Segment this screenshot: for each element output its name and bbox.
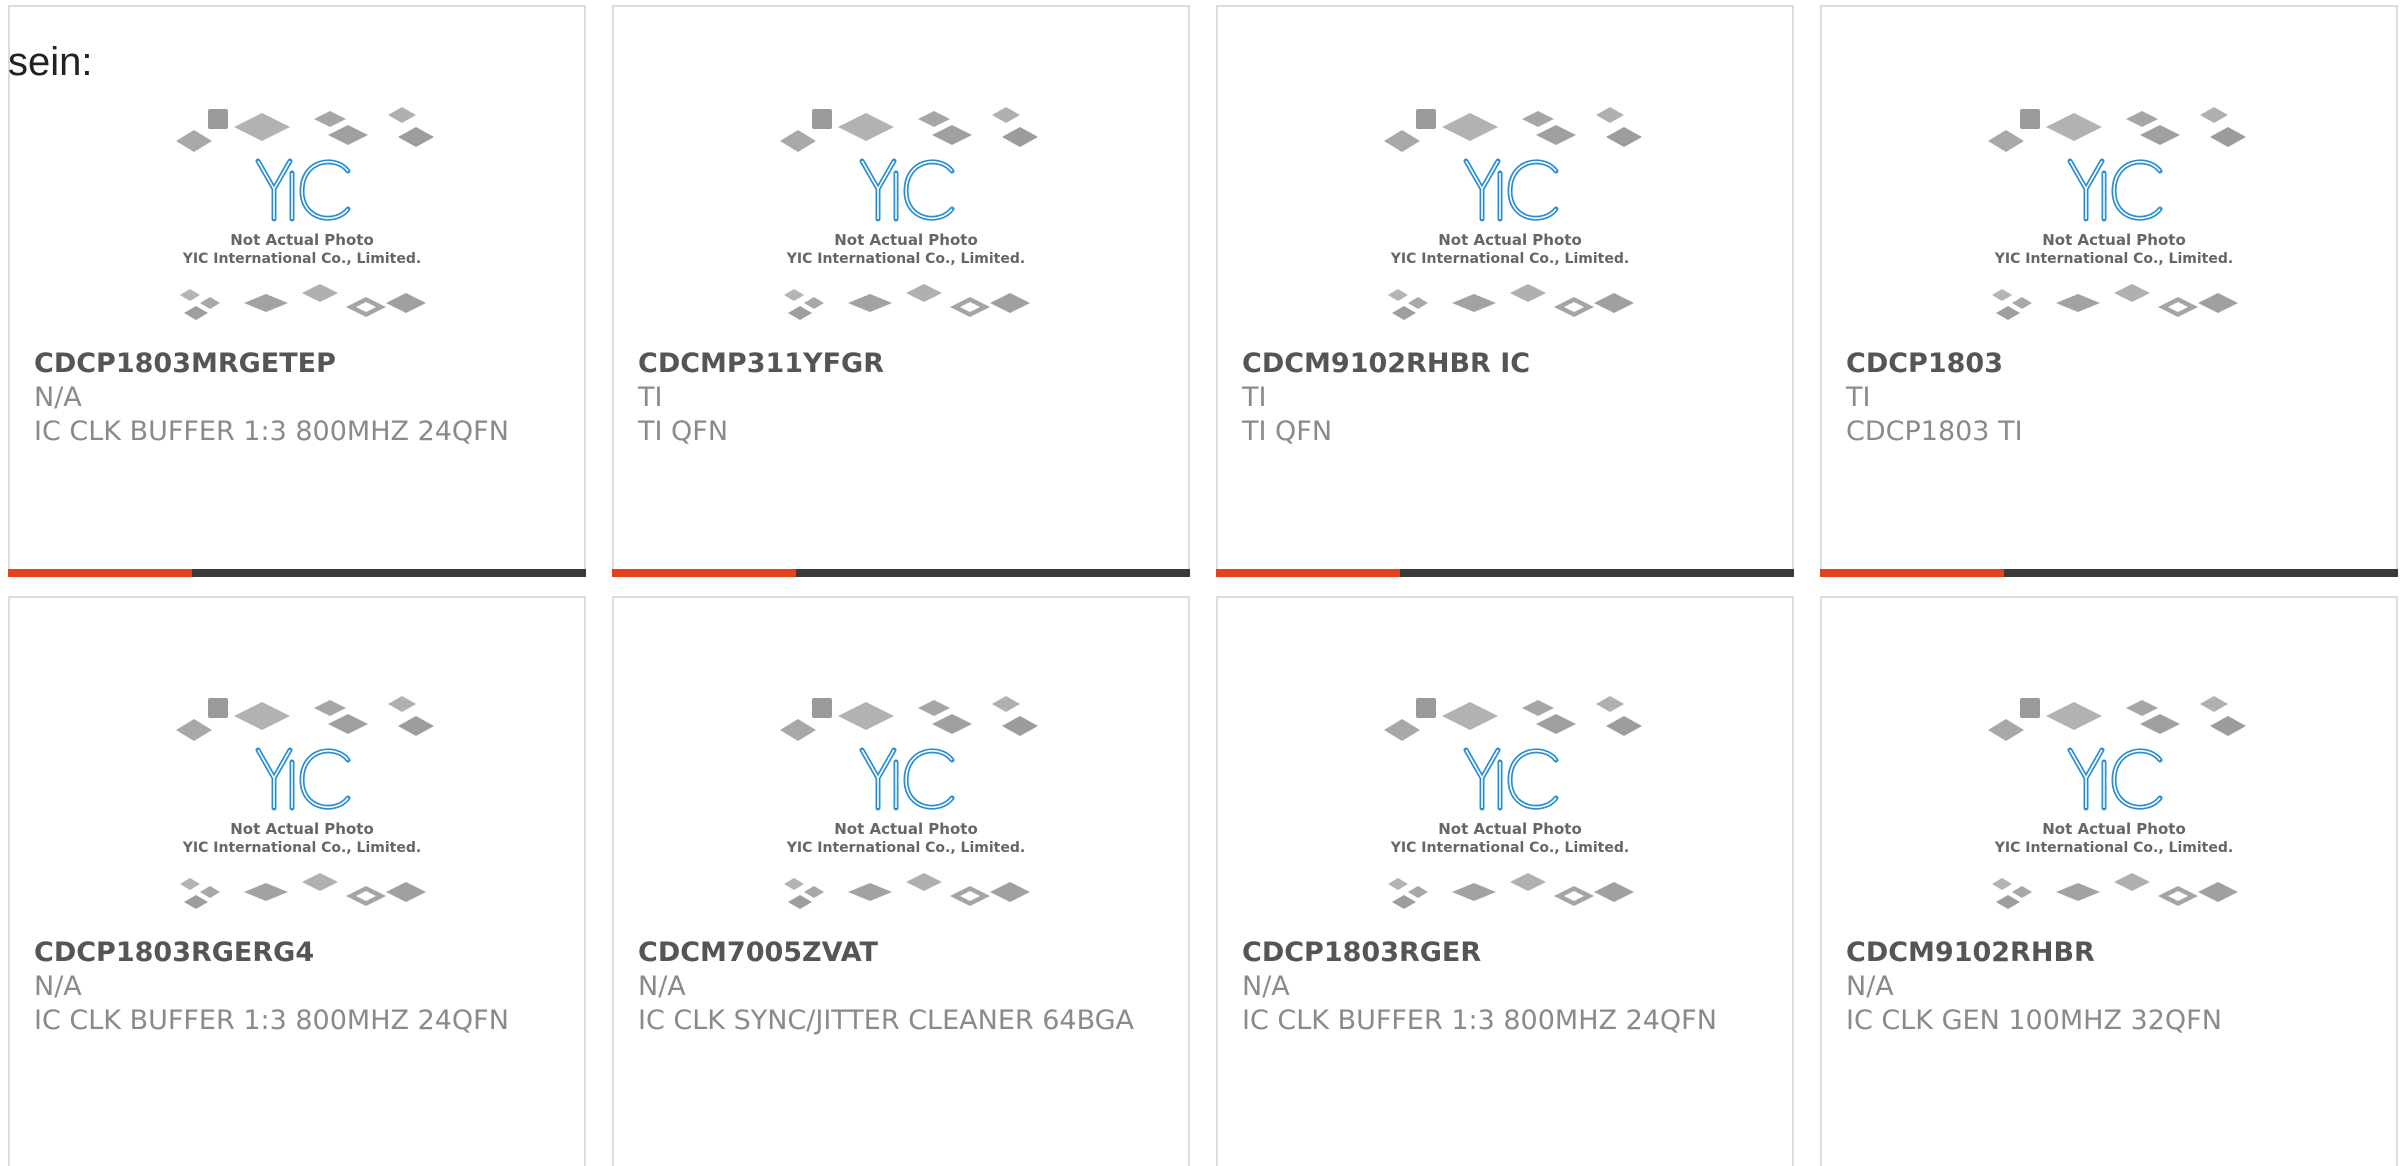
product-card[interactable]: Not Actual Photo YIC International Co., L… xyxy=(612,5,1190,577)
chip-placeholder-image: Not Actual Photo YIC International Co., L… xyxy=(176,107,434,320)
chip-placeholder-image: Not Actual Photo YIC International Co., L… xyxy=(1988,696,2246,909)
manufacturer: TI xyxy=(1242,382,1267,413)
svg-text:Not Actual Photo: Not Actual Photo xyxy=(230,820,374,838)
product-image-placeholder[interactable]: Not Actual Photo YIC International Co., L… xyxy=(170,686,434,926)
chip-placeholder-image: Not Actual Photo YIC International Co., L… xyxy=(1988,107,2246,320)
accent-segment xyxy=(1216,569,1400,577)
manufacturer: N/A xyxy=(1846,971,1894,1002)
part-number[interactable]: CDCP1803RGER xyxy=(1242,936,1762,970)
svg-text:YIC International Co., Limited: YIC International Co., Limited. xyxy=(1994,251,2233,267)
description: IC CLK BUFFER 1:3 800MHZ 24QFN xyxy=(34,416,509,447)
description: CDCP1803 TI xyxy=(1846,416,2023,447)
product-card[interactable]: Not Actual Photo YIC International Co., L… xyxy=(612,596,1190,1166)
manufacturer: N/A xyxy=(34,971,82,1002)
product-card[interactable]: Not Actual Photo YIC International Co., L… xyxy=(1820,596,2398,1166)
svg-text:YIC International Co., Limited: YIC International Co., Limited. xyxy=(182,840,421,856)
card-accent-bar xyxy=(612,569,1190,577)
svg-text:YIC International Co., Limited: YIC International Co., Limited. xyxy=(786,840,1025,856)
svg-text:Not Actual Photo: Not Actual Photo xyxy=(1438,231,1582,249)
product-info: CDCMP311YFGR TI TI QFN xyxy=(638,347,1158,449)
card-accent-bar xyxy=(1820,569,2398,577)
card-accent-bar xyxy=(8,569,586,577)
chip-placeholder-image: Not Actual Photo YIC International Co., L… xyxy=(1384,107,1642,320)
chip-placeholder-image: Not Actual Photo YIC International Co., L… xyxy=(1384,696,1642,909)
part-number[interactable]: CDCM9102RHBR xyxy=(1846,936,2366,970)
product-image-placeholder[interactable]: Not Actual Photo YIC International Co., L… xyxy=(1982,686,2246,926)
product-image-placeholder[interactable]: Not Actual Photo YIC International Co., L… xyxy=(170,97,434,337)
svg-text:Not Actual Photo: Not Actual Photo xyxy=(1438,820,1582,838)
svg-text:YIC International Co., Limited: YIC International Co., Limited. xyxy=(1994,840,2233,856)
part-number[interactable]: CDCP1803RGERG4 xyxy=(34,936,554,970)
product-card[interactable]: Not Actual Photo YIC International Co., L… xyxy=(1216,5,1794,577)
manufacturer: N/A xyxy=(34,382,82,413)
product-card[interactable]: Not Actual Photo YIC International Co., L… xyxy=(8,596,586,1166)
svg-text:YIC International Co., Limited: YIC International Co., Limited. xyxy=(1390,251,1629,267)
svg-text:YIC International Co., Limited: YIC International Co., Limited. xyxy=(182,251,421,267)
accent-segment xyxy=(612,569,796,577)
intro-text: sein: xyxy=(8,40,93,84)
manufacturer: TI xyxy=(1846,382,1871,413)
product-info: CDCM9102RHBR N/A IC CLK GEN 100MHZ 32QFN xyxy=(1846,936,2366,1038)
description: IC CLK SYNC/JITTER CLEANER 64BGA xyxy=(638,1005,1135,1036)
card-accent-bar xyxy=(1216,569,1794,577)
product-info: CDCM9102RHBR IC TI TI QFN xyxy=(1242,347,1762,449)
product-card[interactable]: Not Actual Photo YIC International Co., L… xyxy=(8,5,586,577)
product-info: CDCP1803MRGETEP N/A IC CLK BUFFER 1:3 80… xyxy=(34,347,554,449)
product-info: CDCP1803RGER N/A IC CLK BUFFER 1:3 800MH… xyxy=(1242,936,1762,1038)
description: TI QFN xyxy=(1242,416,1333,447)
product-image-placeholder[interactable]: Not Actual Photo YIC International Co., L… xyxy=(774,97,1038,337)
product-image-placeholder[interactable]: Not Actual Photo YIC International Co., L… xyxy=(774,686,1038,926)
description: IC CLK BUFFER 1:3 800MHZ 24QFN xyxy=(34,1005,509,1036)
product-info: CDCP1803RGERG4 N/A IC CLK BUFFER 1:3 800… xyxy=(34,936,554,1038)
product-card[interactable]: Not Actual Photo YIC International Co., L… xyxy=(1820,5,2398,577)
chip-placeholder-image: Not Actual Photo YIC International Co., L… xyxy=(780,107,1038,320)
product-card[interactable]: Not Actual Photo YIC International Co., L… xyxy=(1216,596,1794,1166)
svg-text:Not Actual Photo: Not Actual Photo xyxy=(834,820,978,838)
svg-text:Not Actual Photo: Not Actual Photo xyxy=(834,231,978,249)
svg-text:YIC International Co., Limited: YIC International Co., Limited. xyxy=(786,251,1025,267)
part-number[interactable]: CDCM9102RHBR IC xyxy=(1242,347,1762,381)
part-number[interactable]: CDCM7005ZVAT xyxy=(638,936,1158,970)
product-image-placeholder[interactable]: Not Actual Photo YIC International Co., L… xyxy=(1982,97,2246,337)
part-number[interactable]: CDCP1803 xyxy=(1846,347,2366,381)
product-image-placeholder[interactable]: Not Actual Photo YIC International Co., L… xyxy=(1378,97,1642,337)
description: TI QFN xyxy=(638,416,729,447)
part-number[interactable]: CDCP1803MRGETEP xyxy=(34,347,554,381)
part-number[interactable]: CDCMP311YFGR xyxy=(638,347,1158,381)
product-info: CDCP1803 TI CDCP1803 TI xyxy=(1846,347,2366,449)
manufacturer: N/A xyxy=(638,971,686,1002)
description: IC CLK BUFFER 1:3 800MHZ 24QFN xyxy=(1242,1005,1717,1036)
svg-text:Not Actual Photo: Not Actual Photo xyxy=(230,231,374,249)
product-image-placeholder[interactable]: Not Actual Photo YIC International Co., L… xyxy=(1378,686,1642,926)
product-grid: Not Actual Photo YIC International Co., L… xyxy=(0,0,2407,1166)
product-info: CDCM7005ZVAT N/A IC CLK SYNC/JITTER CLEA… xyxy=(638,936,1158,1038)
chip-placeholder-image: Not Actual Photo YIC International Co., L… xyxy=(176,696,434,909)
manufacturer: TI xyxy=(638,382,663,413)
svg-text:Not Actual Photo: Not Actual Photo xyxy=(2042,820,2186,838)
description: IC CLK GEN 100MHZ 32QFN xyxy=(1846,1005,2222,1036)
chip-placeholder-image: Not Actual Photo YIC International Co., L… xyxy=(780,696,1038,909)
accent-segment xyxy=(1820,569,2004,577)
manufacturer: N/A xyxy=(1242,971,1290,1002)
accent-segment xyxy=(8,569,192,577)
svg-text:Not Actual Photo: Not Actual Photo xyxy=(2042,231,2186,249)
svg-text:YIC International Co., Limited: YIC International Co., Limited. xyxy=(1390,840,1629,856)
